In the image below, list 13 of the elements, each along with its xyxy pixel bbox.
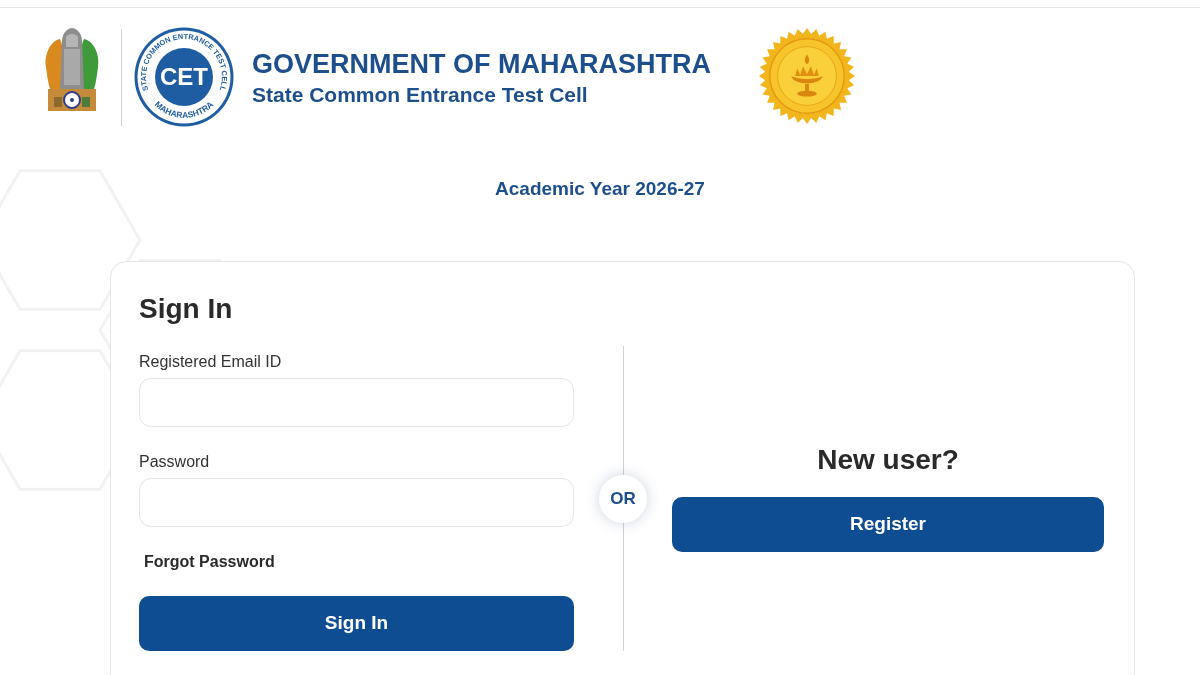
input-field[interactable] xyxy=(139,478,574,527)
new-user-heading: New user? xyxy=(817,443,959,477)
sign-in-heading: Sign In xyxy=(139,292,234,326)
forgot-password-link[interactable]: Forgot Password xyxy=(144,552,275,572)
input-field[interactable] xyxy=(139,378,574,427)
register-button[interactable]: Register xyxy=(672,497,1104,552)
field-label: Registered Email ID xyxy=(139,352,283,372)
field-label: Password xyxy=(139,452,211,472)
organization-subtitle: State Common Entrance Test Cell xyxy=(252,82,588,108)
or-separator: OR xyxy=(599,475,647,523)
organization-title: GOVERNMENT OF MAHARASHTRA xyxy=(252,48,711,80)
academic-year-text: Academic Year 2026-27 xyxy=(495,177,705,201)
sign-in-button[interactable]: Sign In xyxy=(139,596,574,651)
